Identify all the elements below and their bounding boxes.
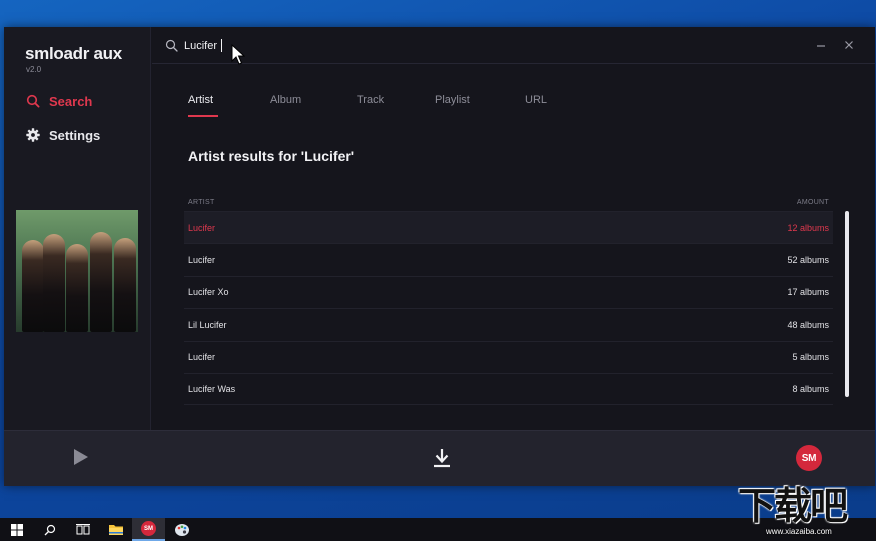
- app-version: v2.0: [26, 65, 42, 74]
- sidebar-item-settings[interactable]: Settings: [26, 125, 100, 145]
- album-count: 12 albums: [787, 222, 829, 233]
- album-count: 52 albums: [787, 255, 829, 266]
- task-view-button[interactable]: [66, 518, 99, 541]
- table-row[interactable]: Lucifer Xo 17 albums: [184, 275, 833, 308]
- table-row[interactable]: Lil Lucifer 48 albums: [184, 308, 833, 340]
- album-count: 48 albums: [787, 319, 829, 330]
- tab-album[interactable]: Album: [270, 94, 301, 106]
- artist-name: Lucifer Was: [188, 384, 236, 395]
- album-count: 17 albums: [787, 287, 829, 298]
- search-icon: [44, 524, 55, 535]
- text-caret: [221, 39, 222, 52]
- table-row[interactable]: Lucifer 52 albums: [184, 243, 833, 275]
- windows-logo-icon: [10, 523, 23, 536]
- search-icon: [26, 94, 40, 108]
- taskbar-paint-app[interactable]: [165, 518, 198, 541]
- gear-icon: [26, 128, 40, 142]
- artist-name: Lucifer Xo: [188, 287, 229, 298]
- close-button[interactable]: [841, 37, 857, 53]
- tab-artist[interactable]: Artist: [188, 94, 213, 106]
- app-window: smloadr aux v2.0 Search Settings Lucifer…: [4, 27, 875, 486]
- tab-track[interactable]: Track: [357, 94, 384, 106]
- smloadr-app-icon: SM: [141, 521, 156, 536]
- taskbar-search-button[interactable]: [33, 518, 66, 541]
- sidebar-item-label: Settings: [49, 127, 101, 143]
- task-view-icon: [75, 523, 90, 534]
- palette-icon: [174, 523, 189, 536]
- column-header-artist: ARTIST: [188, 198, 215, 206]
- start-button[interactable]: [0, 518, 33, 541]
- watermark-logo-text: 下载吧: [738, 484, 848, 528]
- minimize-icon: [817, 45, 825, 47]
- results-scrollbar[interactable]: [845, 211, 849, 397]
- site-watermark: 下载吧 www.xiazaiba.com: [736, 481, 876, 541]
- album-art: [16, 210, 138, 332]
- close-icon: [845, 41, 853, 49]
- tab-url[interactable]: URL: [525, 94, 547, 106]
- folder-icon: [108, 525, 123, 535]
- search-icon: [165, 39, 178, 52]
- taskbar-file-explorer[interactable]: [99, 518, 132, 541]
- play-button[interactable]: [70, 447, 90, 467]
- table-header: ARTIST AMOUNT: [184, 193, 833, 211]
- album-count: 5 albums: [792, 352, 829, 363]
- player-bar: SM: [4, 430, 875, 486]
- top-bar: [152, 27, 875, 64]
- download-button[interactable]: [431, 447, 453, 469]
- app-title: smloadr aux: [25, 44, 122, 63]
- download-icon: [434, 449, 450, 468]
- avatar[interactable]: SM: [796, 445, 822, 471]
- active-tab-indicator: [188, 115, 218, 117]
- artist-name: Lil Lucifer: [188, 319, 227, 330]
- tab-playlist[interactable]: Playlist: [435, 94, 470, 106]
- search-input[interactable]: [184, 36, 484, 56]
- table-row[interactable]: Lucifer Was 8 albums: [184, 372, 833, 406]
- album-count: 8 albums: [792, 384, 829, 395]
- artist-name: Lucifer: [188, 255, 216, 266]
- sidebar-item-search[interactable]: Search: [26, 91, 92, 111]
- column-header-amount: AMOUNT: [796, 198, 829, 206]
- sidebar-item-label: Search: [49, 93, 93, 109]
- sidebar: smloadr aux v2.0 Search Settings: [4, 27, 151, 430]
- table-row[interactable]: Lucifer 12 albums: [184, 211, 833, 244]
- results-table: ARTIST AMOUNT Lucifer 12 albums Lucifer …: [184, 193, 833, 406]
- results-heading: Artist results for 'Lucifer': [188, 148, 355, 164]
- watermark-url: www.xiazaiba.com: [766, 527, 832, 536]
- artist-name: Lucifer: [188, 222, 216, 233]
- play-icon: [74, 449, 88, 465]
- minimize-button[interactable]: [813, 37, 829, 53]
- table-row[interactable]: Lucifer 5 albums: [184, 340, 833, 373]
- taskbar-smloadr-app[interactable]: SM: [132, 518, 165, 541]
- mouse-pointer-icon: [231, 44, 245, 65]
- artist-name: Lucifer: [188, 352, 216, 363]
